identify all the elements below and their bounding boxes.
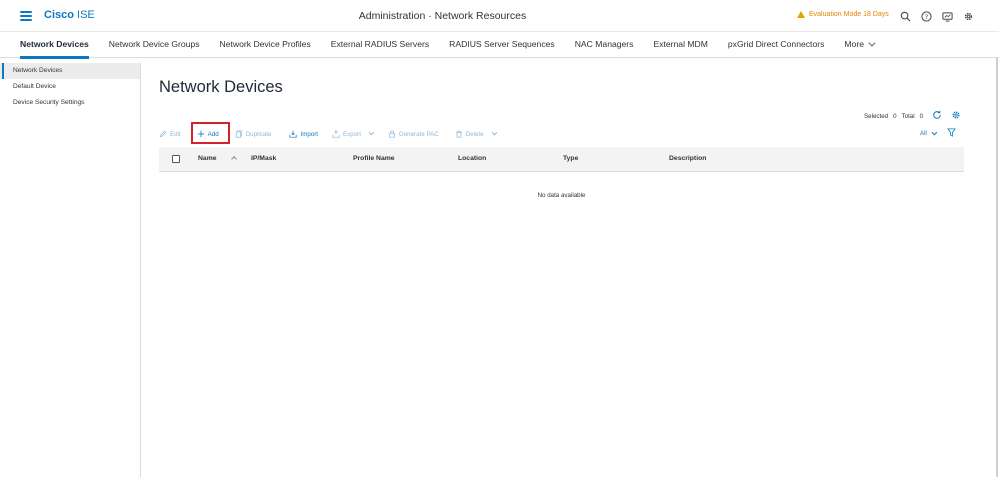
main-content: Network Devices Selected 0 Total 0 Edit … (141, 58, 999, 477)
chevron-down-icon (368, 129, 375, 136)
page-breadcrumb-title: Administration · Network Resources (358, 10, 527, 22)
gear-icon[interactable] (962, 10, 974, 22)
refresh-icon[interactable] (932, 110, 942, 122)
table-header: Name IP/Mask Profile Name Location Type … (159, 147, 964, 172)
evaluation-mode-banner[interactable]: Evaluation Mode 18 Days (797, 11, 889, 18)
generate-pac-label: Generate PAC (398, 130, 439, 138)
column-header-type[interactable]: Type (563, 155, 578, 162)
sort-ascending-icon[interactable] (231, 156, 237, 162)
pencil-icon (159, 130, 167, 138)
duplicate-button[interactable]: Duplicate (235, 130, 272, 138)
filter-select[interactable]: All (920, 129, 938, 137)
filter-controls: All (920, 128, 956, 139)
edit-label: Edit (170, 130, 181, 138)
export-button[interactable]: Export (332, 129, 375, 138)
import-label: Import (300, 130, 319, 138)
selected-count: 0 (893, 112, 897, 120)
import-button[interactable]: Import (289, 130, 318, 138)
tab-nac-managers[interactable]: NAC Managers (575, 32, 634, 58)
column-header-name[interactable]: Name (198, 155, 217, 162)
tab-external-mdm[interactable]: External MDM (653, 32, 707, 58)
select-all-checkbox[interactable] (172, 155, 180, 163)
add-label: Add (207, 130, 219, 138)
export-label: Export (343, 130, 361, 138)
network-devices-table: Name IP/Mask Profile Name Location Type … (159, 147, 964, 199)
top-icons: ? (899, 10, 974, 22)
edit-button[interactable]: Edit (159, 130, 181, 138)
tab-network-devices[interactable]: Network Devices (20, 32, 89, 59)
tab-more-label: More (844, 38, 864, 49)
generate-pac-button[interactable]: Generate PAC (388, 130, 439, 138)
sidebar-item-network-devices[interactable]: Network Devices (0, 63, 140, 79)
chevron-down-icon (931, 129, 938, 135)
sidebar-item-default-device[interactable]: Default Device (0, 79, 140, 95)
tab-more[interactable]: More (844, 32, 876, 58)
plus-icon (197, 130, 204, 138)
tab-bar: Network Devices Network Device Groups Ne… (0, 32, 999, 59)
sidebar-item-device-security-settings[interactable]: Device Security Settings (0, 95, 140, 111)
dashboard-icon[interactable] (941, 10, 953, 22)
duplicate-icon (235, 130, 242, 138)
column-header-ip-mask[interactable]: IP/Mask (251, 155, 276, 162)
filter-select-value: All (920, 130, 927, 137)
tab-network-device-groups[interactable]: Network Device Groups (109, 32, 200, 58)
warning-icon (797, 11, 805, 18)
chevron-down-icon (491, 129, 497, 136)
filter-icon[interactable] (946, 128, 956, 139)
evaluation-text: Evaluation Mode 18 Days (809, 11, 889, 18)
empty-state-text: No data available (537, 192, 586, 199)
tab-pxgrid-direct-connectors[interactable]: pxGrid Direct Connectors (728, 32, 824, 58)
table-settings-gear-icon[interactable] (951, 110, 961, 122)
scrollbar[interactable] (996, 58, 998, 477)
selected-label: Selected (864, 112, 889, 120)
delete-button[interactable]: Delete (455, 129, 497, 138)
tab-radius-server-sequences[interactable]: RADIUS Server Sequences (449, 32, 555, 58)
chevron-down-icon (868, 39, 876, 47)
column-header-profile-name[interactable]: Profile Name (353, 155, 395, 162)
top-bar: Cisco ISE Administration · Network Resou… (0, 0, 999, 32)
help-icon[interactable]: ? (920, 10, 932, 22)
delete-label: Delete (465, 130, 484, 138)
tab-network-device-profiles[interactable]: Network Device Profiles (220, 32, 311, 58)
add-button[interactable]: Add (197, 130, 219, 138)
tab-external-radius-servers[interactable]: External RADIUS Servers (331, 32, 429, 58)
search-icon[interactable] (899, 10, 911, 22)
total-label: Total (901, 112, 915, 120)
export-icon (332, 130, 340, 138)
trash-icon (455, 130, 462, 138)
selection-counts: Selected 0 Total 0 (864, 110, 961, 122)
total-count: 0 (919, 112, 924, 120)
page-title: Network Devices (159, 78, 283, 96)
import-icon (289, 130, 298, 138)
sidebar: Network Devices Default Device Device Se… (0, 63, 141, 477)
svg-text:?: ? (924, 12, 927, 20)
action-toolbar: Edit Add Duplicate Import Export Generat… (159, 127, 497, 141)
duplicate-label: Duplicate (245, 130, 272, 138)
app-root: Cisco ISE Administration · Network Resou… (0, 0, 999, 477)
lock-icon (389, 130, 395, 138)
column-header-location[interactable]: Location (458, 155, 486, 162)
column-header-description[interactable]: Description (669, 155, 706, 162)
